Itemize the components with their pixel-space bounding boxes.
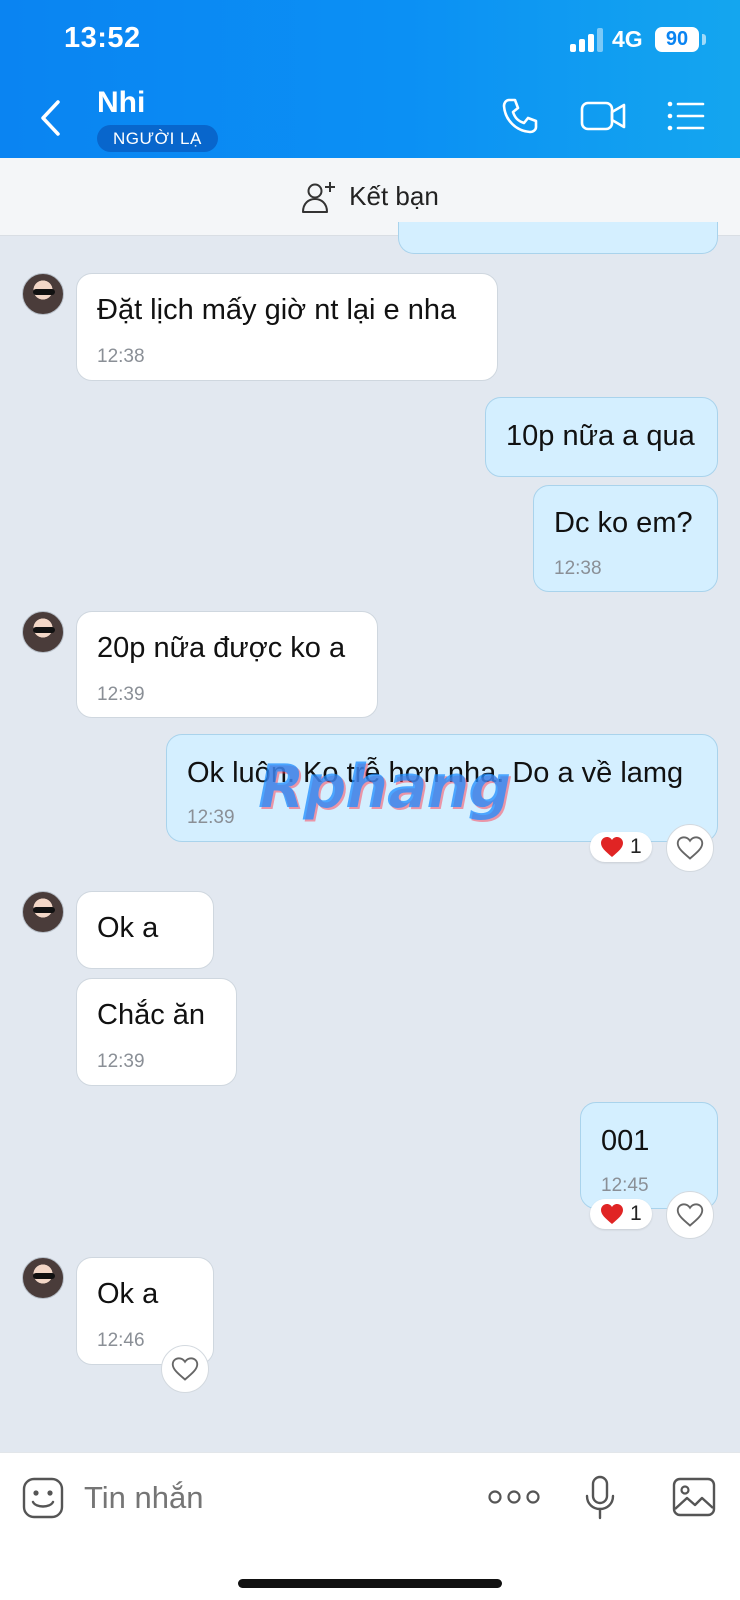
message-input-bar — [0, 1452, 740, 1600]
sticker-emoji-icon[interactable] — [22, 1477, 64, 1519]
heart-outline-icon — [171, 1357, 199, 1381]
watermark: Rphang — [258, 752, 511, 822]
heart-outline-icon — [676, 836, 704, 860]
message-time: 12:39 — [187, 807, 235, 828]
signal-icon — [570, 28, 604, 52]
battery-tip — [702, 34, 706, 45]
avatar[interactable] — [22, 891, 64, 933]
message-time: 12:39 — [97, 684, 145, 705]
video-call-icon[interactable] — [580, 96, 628, 136]
reaction-summary[interactable]: 1 — [590, 832, 652, 862]
reaction-count: 1 — [630, 835, 642, 858]
message-text: Ok a — [97, 1278, 159, 1310]
reaction-count: 1 — [630, 1202, 642, 1225]
message-time: 12:38 — [554, 558, 602, 579]
message-text: Đặt lịch mấy giờ nt lại e nha — [97, 294, 457, 326]
image-gallery-icon[interactable] — [672, 1477, 716, 1517]
message-bubble[interactable]: 10p nữa a qua — [485, 397, 718, 477]
add-friend-icon — [302, 181, 336, 213]
avatar[interactable] — [22, 1257, 64, 1299]
message-time: 12:38 — [97, 346, 145, 367]
stranger-badge: NGƯỜI LẠ — [97, 125, 218, 152]
add-friend-label: Kết bạn — [349, 181, 439, 211]
message-bubble[interactable]: Chắc ăn 12:39 — [76, 978, 237, 1086]
phone-icon[interactable] — [500, 96, 540, 136]
message-bubble[interactable]: 20p nữa được ko a 12:39 — [76, 611, 378, 718]
message-bubble[interactable]: Dc ko em? 12:38 — [533, 485, 718, 592]
message-bubble-partial — [398, 222, 718, 254]
message-time: 12:45 — [601, 1175, 649, 1196]
home-indicator[interactable] — [238, 1579, 502, 1588]
battery-level: 90 — [655, 27, 699, 52]
back-icon[interactable] — [36, 98, 66, 138]
message-input[interactable] — [84, 1473, 464, 1523]
like-button[interactable] — [666, 1191, 714, 1239]
message-time: 12:46 — [97, 1330, 145, 1351]
status-time: 13:52 — [64, 22, 141, 54]
more-options-icon[interactable] — [488, 1488, 540, 1506]
avatar[interactable] — [22, 611, 64, 653]
reaction-summary[interactable]: 1 — [590, 1199, 652, 1229]
message-bubble[interactable]: Đặt lịch mấy giờ nt lại e nha 12:38 — [76, 273, 498, 381]
like-button[interactable] — [666, 824, 714, 872]
heart-outline-icon — [676, 1203, 704, 1227]
message-bubble[interactable]: Ok a — [76, 891, 214, 969]
microphone-icon[interactable] — [584, 1475, 616, 1521]
menu-list-icon[interactable] — [666, 96, 706, 136]
message-time: 12:39 — [97, 1051, 145, 1072]
network-type: 4G — [612, 26, 643, 52]
message-text: Ok a — [97, 912, 159, 944]
heart-reaction-icon — [601, 837, 623, 857]
like-button[interactable] — [161, 1345, 209, 1393]
avatar[interactable] — [22, 273, 64, 315]
heart-reaction-icon — [601, 1204, 623, 1224]
chat-header: 13:52 4G 90 Nhi NGƯỜI LẠ — [0, 0, 740, 158]
message-text: Dc ko em? — [554, 507, 693, 539]
message-text: Chắc ăn — [97, 999, 206, 1031]
message-text: 001 — [601, 1125, 650, 1157]
message-text: 10p nữa a qua — [506, 420, 695, 452]
contact-name[interactable]: Nhi — [97, 86, 145, 120]
message-text: 20p nữa được ko a — [97, 632, 346, 664]
